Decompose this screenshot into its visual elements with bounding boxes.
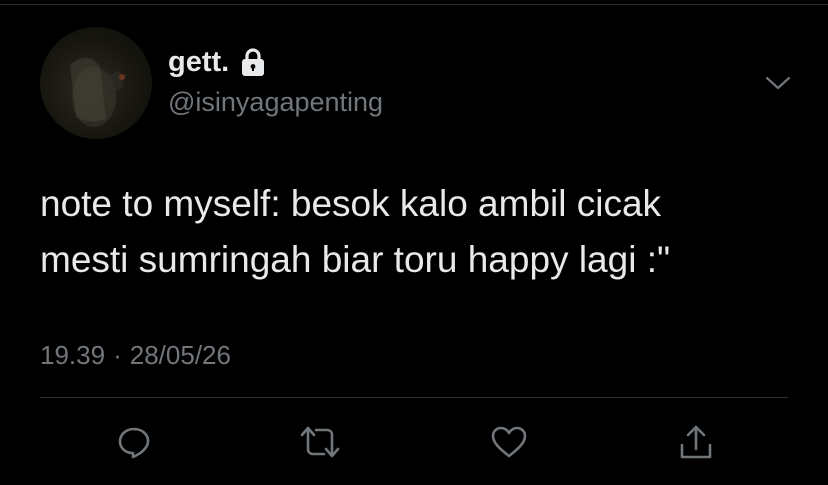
chevron-down-icon <box>765 76 791 90</box>
heart-icon <box>491 426 527 458</box>
author-handle[interactable]: @isinyagapenting <box>168 87 383 118</box>
avatar-image <box>70 57 125 127</box>
like-button[interactable] <box>487 420 531 464</box>
retweet-icon <box>300 426 340 458</box>
more-options-button[interactable] <box>758 68 798 98</box>
separator: · <box>113 340 122 370</box>
share-button[interactable] <box>674 420 718 464</box>
share-icon <box>680 425 712 459</box>
timestamp[interactable]: 19.39 · 28/05/26 <box>40 340 231 371</box>
avatar[interactable] <box>40 27 152 139</box>
display-name[interactable]: gett. <box>168 46 229 79</box>
lock-icon <box>240 48 266 77</box>
tweet-text-line: mesti sumringah biar toru happy lagi :" <box>40 239 671 280</box>
date: 28/05/26 <box>129 340 231 370</box>
tweet-text: note to myself: besok kalo ambil cicak m… <box>40 176 810 288</box>
divider <box>40 397 788 398</box>
top-divider <box>0 4 828 5</box>
reply-icon <box>118 427 150 459</box>
time: 19.39 <box>40 340 106 370</box>
retweet-button[interactable] <box>298 420 342 464</box>
author-name-row[interactable]: gett. <box>168 46 266 79</box>
tweet-text-line: note to myself: besok kalo ambil cicak <box>40 183 662 224</box>
reply-button[interactable] <box>112 420 156 464</box>
